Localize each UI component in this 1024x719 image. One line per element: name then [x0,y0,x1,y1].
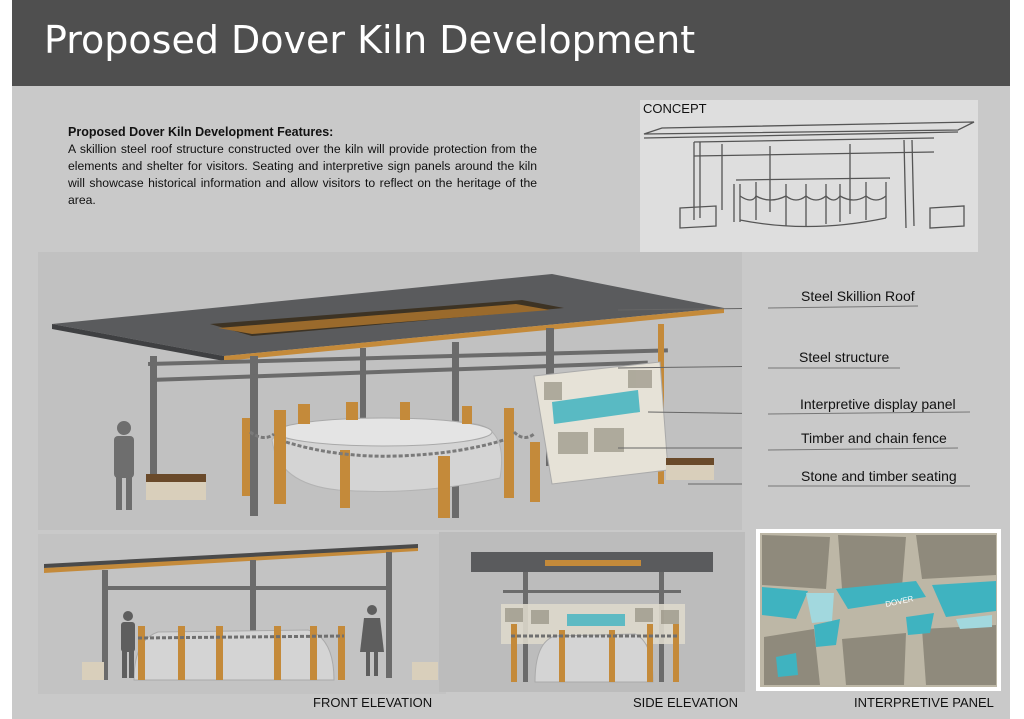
perspective-render [38,252,742,530]
intro-body: A skillion steel roof structure construc… [68,142,537,207]
intro-text-block: Proposed Dover Kiln Development Features… [68,124,537,209]
perspective-render-drawing [52,274,742,518]
callout-stone-and-timber-seating: Stone and timber seating [801,468,957,484]
intro-heading: Proposed Dover Kiln Development Features… [68,125,334,139]
front-elevation-drawing [44,544,438,681]
side-elevation-drawing [471,552,713,683]
presentation-sheet: Proposed Dover Kiln Development Proposed… [12,0,1010,719]
header-bar: Proposed Dover Kiln Development [12,0,1010,86]
callout-steel-skillion-roof: Steel Skillion Roof [801,288,915,304]
caption-side-elevation: SIDE ELEVATION [633,695,738,710]
caption-front-elevation: FRONT ELEVATION [313,695,433,710]
interpretive-panel-collage: DOVER [760,533,997,687]
page-title: Proposed Dover Kiln Development [44,18,696,62]
interpretive-panel: DOVER [756,529,1001,691]
concept-sketch [640,100,978,252]
callout-steel-structure: Steel structure [799,349,890,365]
callout-interpretive-display-panel: Interpretive display panel [800,396,956,412]
side-elevation [439,532,745,692]
concept-sketch-drawing [643,121,975,229]
concept-label: CONCEPT [643,101,707,116]
callout-timber-and-chain-fence: Timber and chain fence [801,430,947,446]
front-elevation [38,534,446,694]
caption-interpretive-panel: INTERPRETIVE PANEL [854,695,994,710]
